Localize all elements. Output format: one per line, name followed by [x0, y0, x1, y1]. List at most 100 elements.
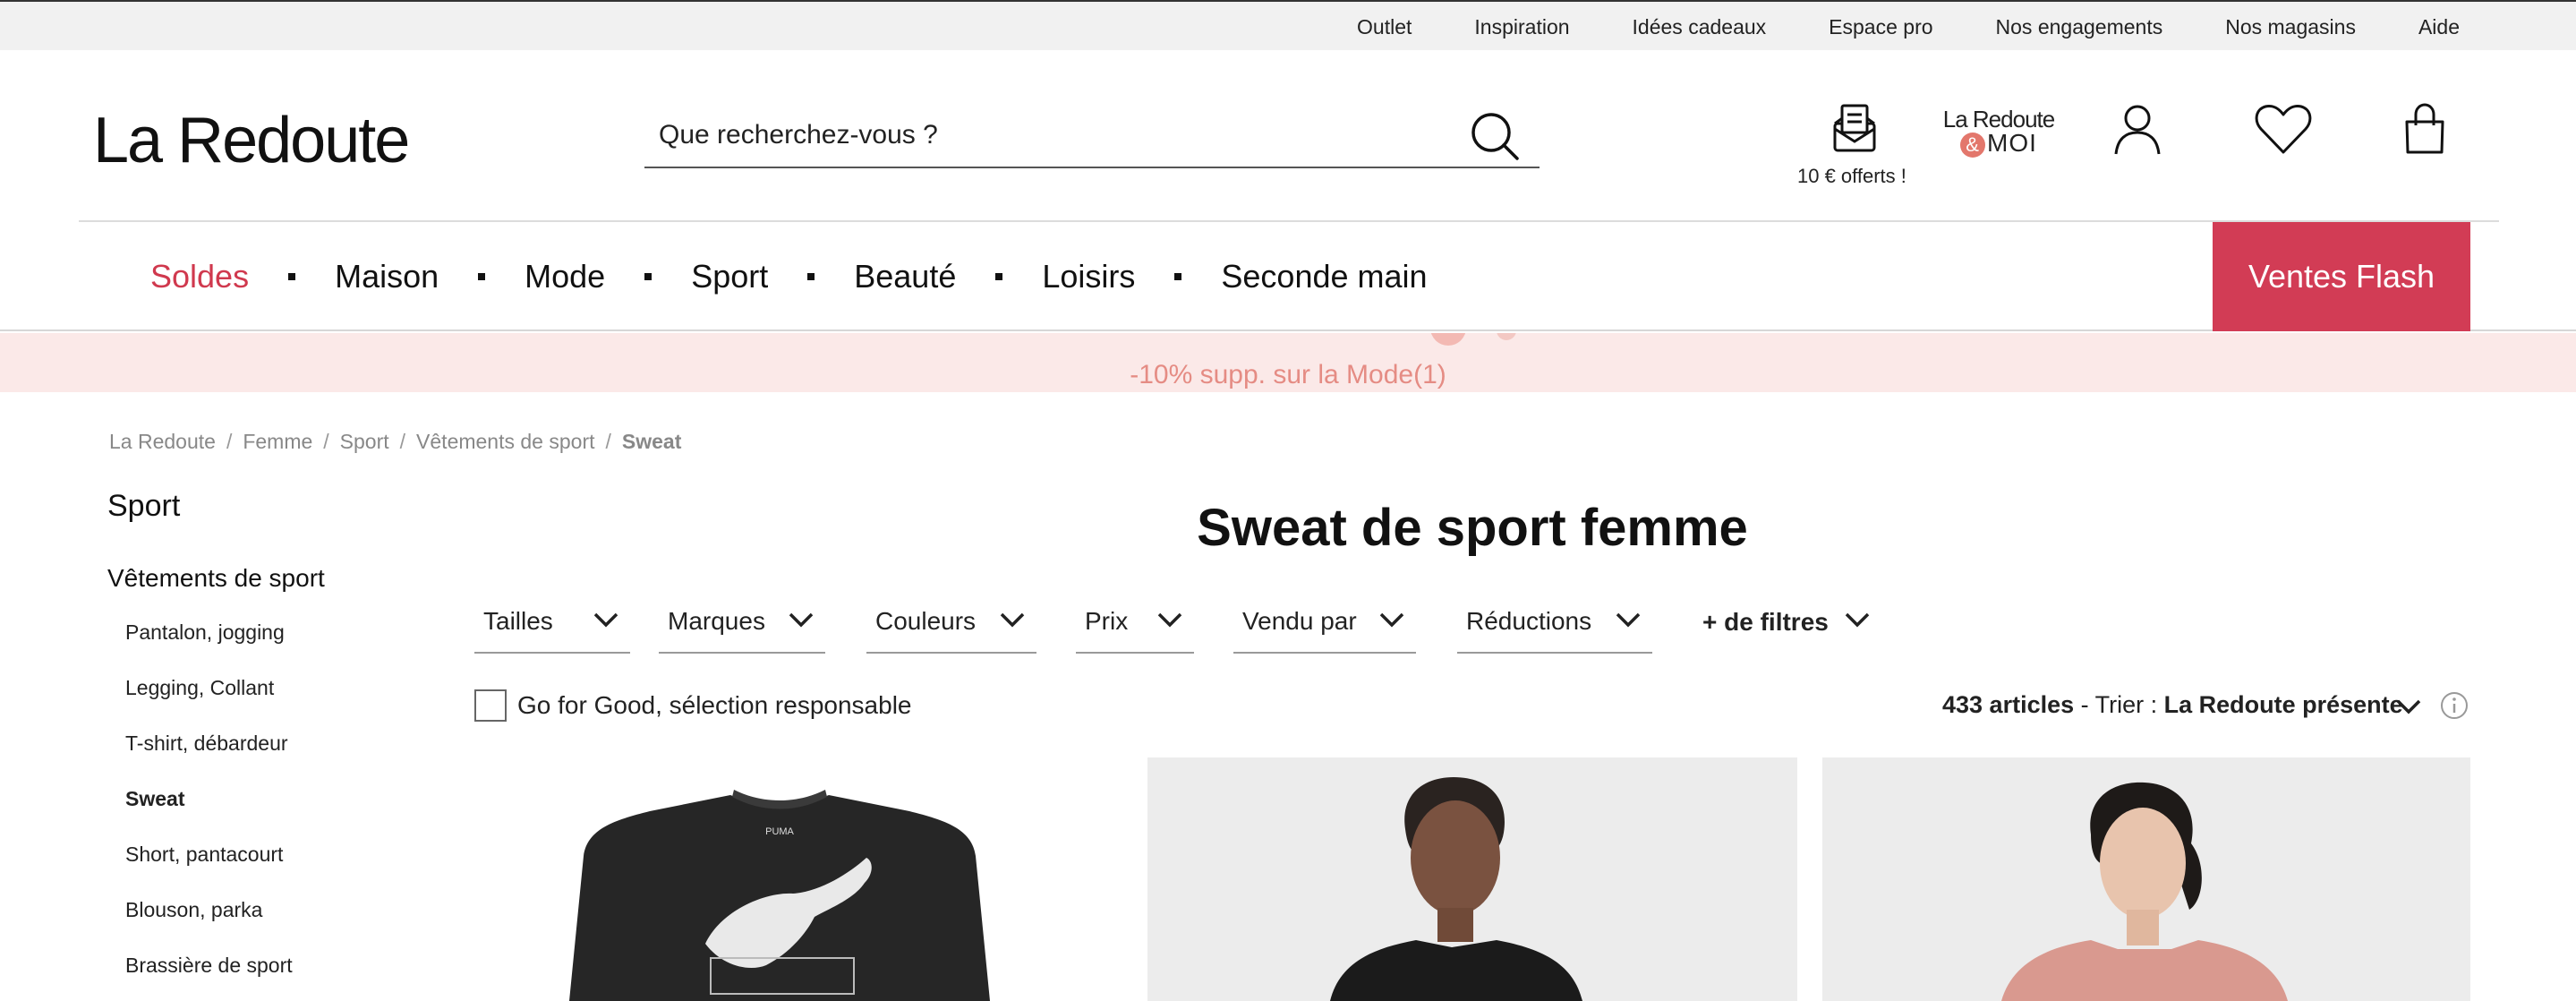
- filter-couleurs[interactable]: Couleurs: [866, 591, 1036, 654]
- site-header: La Redoute 10 € offerts ! La Redoute &MO…: [0, 50, 2576, 220]
- link-aide[interactable]: Aide: [2418, 15, 2460, 39]
- main-nav: Soldes Maison Mode Sport Beauté Loisirs …: [0, 222, 2576, 331]
- search-bar: [644, 104, 1540, 168]
- product-image: [1147, 757, 1797, 1001]
- filter-label: Vendu par: [1242, 607, 1357, 635]
- link-nos-engagements[interactable]: Nos engagements: [1996, 15, 2163, 39]
- chevron-down-icon: [1000, 612, 1025, 628]
- utility-bar: Outlet Inspiration Idées cadeaux Espace …: [0, 0, 2576, 50]
- nav-separator: [478, 273, 486, 280]
- link-inspiration[interactable]: Inspiration: [1474, 15, 1569, 39]
- count-sort-text: 433 articles - Trier : La Redoute présen…: [1942, 691, 2403, 719]
- search-icon: [1471, 113, 1519, 160]
- sidebar-item-short[interactable]: Short, pantacourt: [125, 843, 293, 898]
- nav-item-loisirs[interactable]: Loisirs: [1042, 258, 1135, 295]
- link-nos-magasins[interactable]: Nos magasins: [2225, 15, 2356, 39]
- filter-label: + de filtres: [1702, 608, 1829, 636]
- promo-text: -10% supp. sur la Mode(1): [1130, 360, 1446, 389]
- loyalty-line2-wrap: & MOI: [1941, 131, 2057, 158]
- filter-vendu-par[interactable]: Vendu par: [1233, 591, 1416, 654]
- chevron-down-icon: [1157, 612, 1182, 628]
- breadcrumb-current: Sweat: [621, 430, 682, 453]
- utility-links: Outlet Inspiration Idées cadeaux Espace …: [1357, 2, 2460, 52]
- breadcrumb: La Redoute / Femme / Sport / Vêtements d…: [109, 430, 681, 454]
- sidebar-item-brassiere[interactable]: Brassière de sport: [125, 954, 293, 1001]
- breadcrumb-femme[interactable]: Femme: [243, 430, 312, 454]
- search-input[interactable]: [659, 113, 1446, 158]
- filter-reductions[interactable]: Réductions: [1457, 591, 1652, 654]
- breadcrumb-vetements-de-sport[interactable]: Vêtements de sport: [416, 430, 594, 454]
- nav-item-soldes[interactable]: Soldes: [150, 258, 249, 295]
- nav-item-sport[interactable]: Sport: [691, 258, 768, 295]
- breadcrumb-separator: /: [399, 430, 406, 453]
- breadcrumb-separator: /: [226, 430, 233, 453]
- breadcrumb-sport[interactable]: Sport: [340, 430, 389, 454]
- loyalty-amp: &: [1960, 132, 1986, 158]
- nav-item-mode[interactable]: Mode: [525, 258, 605, 295]
- product-card[interactable]: [1147, 757, 1797, 1001]
- search-button[interactable]: [1468, 109, 1522, 163]
- heart-icon: [2255, 105, 2312, 154]
- logo[interactable]: La Redoute: [93, 104, 410, 177]
- chevron-down-icon: [1379, 612, 1404, 628]
- filter-label: Tailles: [483, 607, 553, 635]
- loyalty-program-logo[interactable]: La Redoute & MOI: [1941, 107, 2057, 158]
- shopping-bag-icon: [2405, 103, 2444, 154]
- promo-decoration: [1497, 333, 1516, 340]
- filter-marques[interactable]: Marques: [659, 591, 825, 654]
- nav-separator: [1174, 273, 1182, 280]
- cart-button[interactable]: [2402, 102, 2447, 160]
- wishlist-button[interactable]: [2254, 102, 2313, 160]
- filter-tailles[interactable]: Tailles: [474, 591, 630, 654]
- info-icon[interactable]: [2440, 691, 2469, 720]
- filter-more[interactable]: + de filtres: [1693, 591, 1881, 654]
- nav-item-beaute[interactable]: Beauté: [854, 258, 956, 295]
- page-title: Sweat de sport femme: [1197, 499, 1748, 557]
- product-print-text: PUMA: [765, 826, 794, 837]
- sidebar-list: Pantalon, jogging Legging, Collant T-shi…: [125, 620, 293, 1001]
- link-outlet[interactable]: Outlet: [1357, 15, 1412, 39]
- sidebar-subcategory[interactable]: Vêtements de sport: [107, 564, 325, 593]
- nav-separator: [288, 273, 296, 280]
- chevron-down-icon: [789, 612, 814, 628]
- nav-item-seconde-main[interactable]: Seconde main: [1221, 258, 1427, 295]
- link-espace-pro[interactable]: Espace pro: [1829, 15, 1932, 39]
- breadcrumb-la-redoute[interactable]: La Redoute: [109, 430, 216, 454]
- user-icon: [2114, 105, 2161, 155]
- sidebar-item-blouson[interactable]: Blouson, parka: [125, 898, 293, 954]
- go-for-good-label[interactable]: Go for Good, sélection responsable: [517, 691, 911, 720]
- sidebar-item-tshirt[interactable]: T-shirt, débardeur: [125, 732, 293, 787]
- article-count: 433 articles: [1942, 691, 2075, 718]
- nav-separator: [644, 273, 653, 280]
- product-card[interactable]: [1822, 757, 2470, 1001]
- promo-banner[interactable]: -10% supp. sur la Mode(1): [0, 333, 2576, 392]
- breadcrumb-separator: /: [605, 430, 611, 453]
- nav-item-maison[interactable]: Maison: [335, 258, 439, 295]
- loyalty-line2: MOI: [1987, 129, 2037, 157]
- sidebar-item-sweat[interactable]: Sweat: [125, 787, 293, 843]
- filter-label: Réductions: [1466, 607, 1592, 635]
- filter-prix[interactable]: Prix: [1076, 591, 1194, 654]
- nav-items: Soldes Maison Mode Sport Beauté Loisirs …: [150, 222, 1428, 331]
- filter-label: Couleurs: [875, 607, 977, 635]
- chevron-down-icon: [1845, 612, 1870, 628]
- sidebar-title: Sport: [107, 489, 181, 523]
- chevron-down-icon: [1616, 612, 1641, 628]
- chevron-down-icon[interactable]: [2395, 697, 2422, 716]
- link-idees-cadeaux[interactable]: Idées cadeaux: [1633, 15, 1767, 39]
- sort-value[interactable]: La Redoute présente: [2164, 691, 2403, 718]
- sort-prefix: - Trier :: [2074, 691, 2164, 718]
- nav-separator: [807, 273, 815, 280]
- offers-button[interactable]: [1830, 102, 1880, 160]
- product-image: [1822, 757, 2470, 1001]
- filter-label: Prix: [1085, 607, 1129, 635]
- account-button[interactable]: [2112, 102, 2162, 160]
- ventes-flash-button[interactable]: Ventes Flash: [2213, 222, 2470, 331]
- go-for-good-checkbox[interactable]: [474, 689, 507, 722]
- sidebar-item-legging[interactable]: Legging, Collant: [125, 676, 293, 732]
- product-card[interactable]: PUMA: [498, 757, 1121, 1001]
- nav-separator: [995, 273, 1003, 280]
- sidebar-item-pantalon[interactable]: Pantalon, jogging: [125, 620, 293, 676]
- filter-label: Marques: [668, 607, 765, 635]
- offer-text[interactable]: 10 € offerts !: [1797, 165, 1906, 188]
